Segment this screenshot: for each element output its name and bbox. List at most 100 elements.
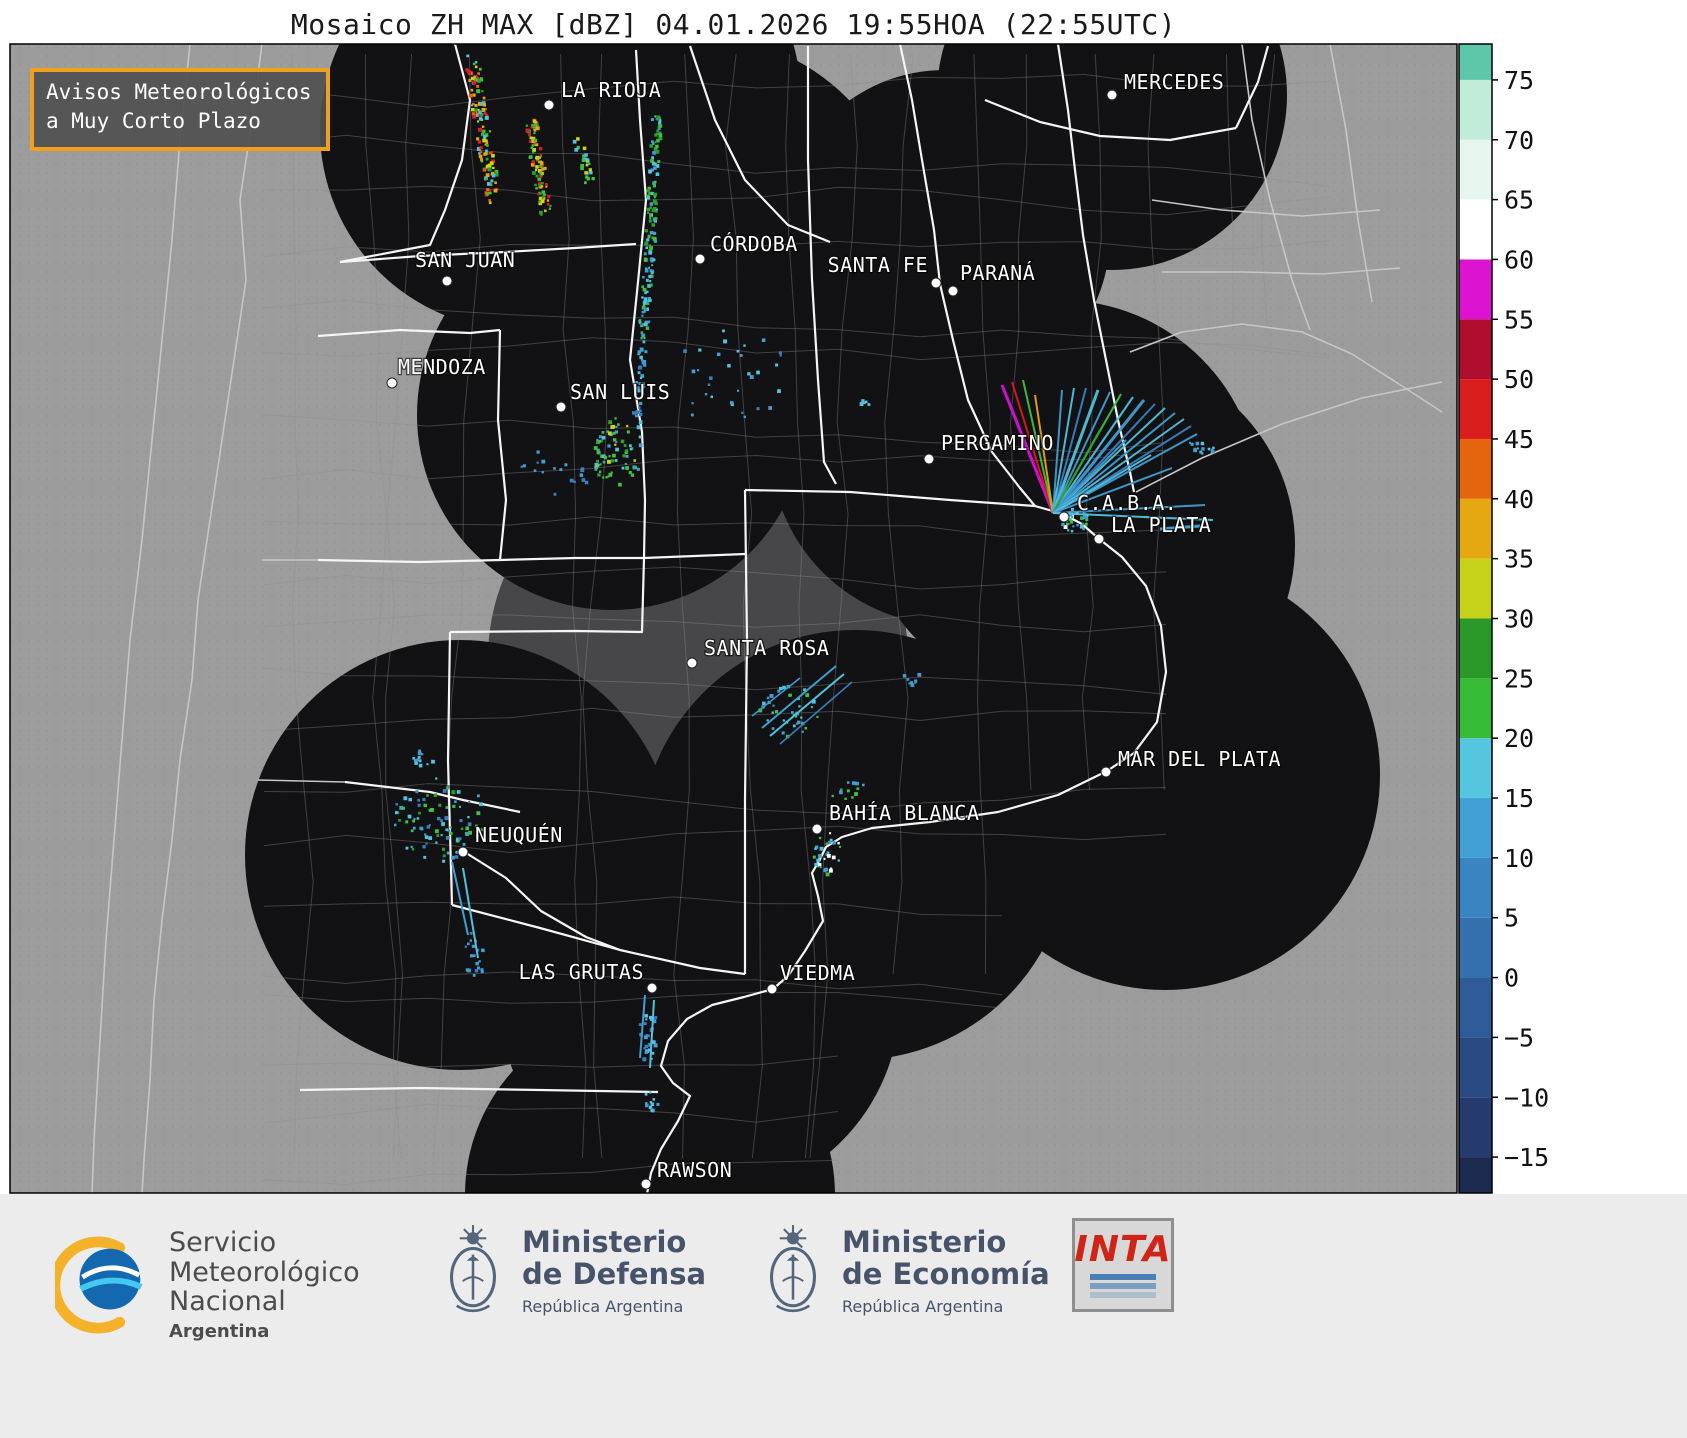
city-dot — [695, 254, 705, 264]
colorbar-segment — [1459, 439, 1492, 499]
city-label: PARANÁ — [960, 261, 1035, 285]
colorbar-segment — [1459, 379, 1492, 439]
defensa-logo-block: Ministerio de Defensa República Argentin… — [442, 1224, 706, 1318]
colorbar-tick-label: 15 — [1504, 784, 1534, 813]
colorbar-tick-label: 70 — [1504, 126, 1534, 155]
colorbar-segment — [1459, 1157, 1492, 1193]
city-dot — [924, 454, 934, 464]
colorbar-tick-label: 65 — [1504, 186, 1534, 215]
city-label: SANTA FE — [828, 253, 928, 277]
economia-text: Ministerio de Economía República Argenti… — [842, 1226, 1050, 1317]
colorbar-tick-label: −5 — [1504, 1023, 1534, 1052]
inta-logo-block: INTA — [1072, 1218, 1174, 1312]
colorbar-segment — [1459, 978, 1492, 1038]
smn-logo-icon — [55, 1236, 153, 1334]
colorbar-segment — [1459, 559, 1492, 619]
city-dot — [442, 276, 452, 286]
city-dot — [931, 278, 941, 288]
colorbar-segment — [1459, 44, 1492, 80]
colorbar-tick-label: 75 — [1504, 66, 1534, 95]
colorbar-tick-label: 0 — [1504, 964, 1519, 993]
colorbar-tick-label: 10 — [1504, 844, 1534, 873]
colorbar-segment — [1459, 1097, 1492, 1157]
inta-logo-icon: INTA — [1072, 1218, 1174, 1312]
economia-line1: Ministerio — [842, 1226, 1050, 1258]
colorbar-tick-label: 50 — [1504, 365, 1534, 394]
economia-line3: República Argentina — [842, 1297, 1050, 1316]
colorbar-tick-label: 40 — [1504, 485, 1534, 514]
economia-logo-block: Ministerio de Economía República Argenti… — [762, 1224, 1050, 1318]
city-dot — [1094, 534, 1104, 544]
colorbar-segment — [1459, 499, 1492, 559]
city-dot — [1107, 90, 1117, 100]
city-dot — [1059, 512, 1069, 522]
city-dot — [812, 824, 822, 834]
radar-mosaic-page: Mosaico ZH MAX [dBZ] 04.01.2026 19:55HOA… — [0, 0, 1687, 1438]
city-dot — [556, 402, 566, 412]
colorbar-segment — [1459, 80, 1492, 140]
defensa-line2: de Defensa — [522, 1258, 706, 1290]
defensa-text: Ministerio de Defensa República Argentin… — [522, 1226, 706, 1317]
smn-text: Servicio Meteorológico Nacional Argentin… — [169, 1228, 360, 1342]
colorbar-tick-label: 60 — [1504, 245, 1534, 274]
colorbar-tick-label: 55 — [1504, 305, 1534, 334]
city-label: MENDOZA — [398, 355, 486, 379]
city-label: SAN JUAN — [415, 248, 515, 272]
footer: Servicio Meteorológico Nacional Argentin… — [0, 1194, 1687, 1438]
city-dot — [1101, 767, 1111, 777]
colorbar-tick-label: 25 — [1504, 664, 1534, 693]
city-dot — [641, 1179, 651, 1189]
colorbar-segment — [1459, 619, 1492, 679]
map-layers: LA RIOJA MERCEDES SAN JUAN CÓRDOBA SANTA FE P… — [10, 0, 1457, 1380]
inta-stripes — [1090, 1274, 1155, 1298]
city-label: CÓRDOBA — [710, 232, 798, 256]
colorbar-tick-label: 20 — [1504, 724, 1534, 753]
city-dot — [458, 847, 468, 857]
inta-stripe — [1090, 1292, 1155, 1298]
colorbar-tick-label: 5 — [1504, 904, 1519, 933]
colorbar-segment — [1459, 319, 1492, 379]
city-label: RAWSON — [657, 1158, 732, 1182]
coat-of-arms-icon — [762, 1224, 824, 1318]
city-label: LAS GRUTAS — [519, 960, 644, 984]
city-label: MAR DEL PLATA — [1118, 747, 1281, 771]
inta-stripe — [1090, 1283, 1155, 1289]
colorbar-segment — [1459, 678, 1492, 738]
city-label: NEUQUÉN — [475, 823, 563, 847]
colorbar: 757065605550454035302520151050−5−10−15 — [1459, 44, 1549, 1193]
smn-line1: Servicio — [169, 1228, 360, 1258]
smn-line4: Argentina — [169, 1322, 360, 1342]
economia-line2: de Economía — [842, 1258, 1050, 1290]
defensa-line1: Ministerio — [522, 1226, 706, 1258]
colorbar-tick-label: 35 — [1504, 545, 1534, 574]
warning-badge: Avisos Meteorológicos a Muy Corto Plazo — [30, 68, 330, 151]
city-label: SANTA ROSA — [704, 636, 829, 660]
inta-label: INTA — [1074, 1232, 1171, 1268]
city-label: VIEDMA — [780, 961, 855, 985]
warning-line1: Avisos Meteorológicos — [46, 78, 312, 107]
city-dot — [687, 658, 697, 668]
colorbar-tick-label: −10 — [1504, 1083, 1549, 1112]
colorbar-tick-label: 30 — [1504, 605, 1534, 634]
city-label: MERCEDES — [1124, 70, 1224, 94]
colorbar-tick-label: −15 — [1504, 1143, 1549, 1172]
smn-line2: Meteorológico — [169, 1258, 360, 1288]
smn-logo-block: Servicio Meteorológico Nacional Argentin… — [55, 1228, 360, 1342]
city-label: LA RIOJA — [561, 78, 661, 102]
city-dot — [387, 378, 397, 388]
city-label: SAN LUIS — [570, 380, 670, 404]
city-dot — [767, 984, 777, 994]
colorbar-segment — [1459, 738, 1492, 798]
colorbar-segment — [1459, 140, 1492, 200]
colorbar-segment — [1459, 259, 1492, 319]
smn-line3: Nacional — [169, 1287, 360, 1317]
colorbar-tick-label: 45 — [1504, 425, 1534, 454]
colorbar-segment — [1459, 798, 1492, 858]
city-dot — [544, 100, 554, 110]
colorbar-segment — [1459, 918, 1492, 978]
colorbar-segment — [1459, 1037, 1492, 1097]
coat-of-arms-icon — [442, 1224, 504, 1318]
inta-stripe — [1090, 1274, 1155, 1280]
colorbar-segment — [1459, 200, 1492, 260]
city-label: LA PLATA — [1111, 513, 1211, 537]
